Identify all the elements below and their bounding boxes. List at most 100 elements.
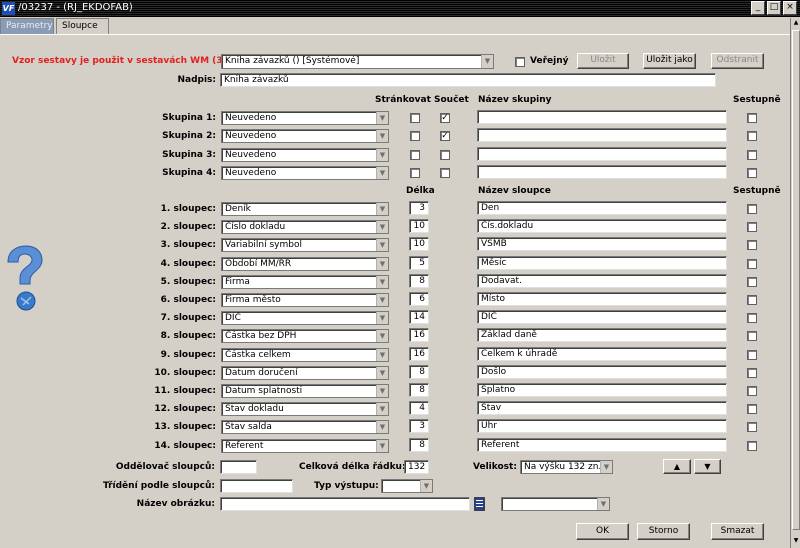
move-down-button[interactable]: ▼ [694,459,721,474]
vertical-scrollbar[interactable]: ▲ ▼ [790,18,800,548]
column-length-input[interactable]: 14 [409,310,429,324]
tab-sloupce[interactable]: Sloupce [56,18,109,34]
list-icon[interactable] [474,497,485,511]
ok-button[interactable]: OK [576,523,629,540]
column-length-input[interactable]: 10 [409,237,429,251]
column-select[interactable]: Referent ▼ [221,439,389,453]
group-select[interactable]: Neuvedeno ▼ [221,111,389,125]
column-desc-checkbox[interactable] [747,404,757,414]
template-select[interactable]: Kniha závazků () [Systémové] ▼ [221,54,494,69]
column-length-input[interactable]: 3 [409,419,429,433]
size-select[interactable]: Na výšku 132 zn. ▼ [520,460,613,474]
group-paging-checkbox[interactable] [410,131,420,141]
scroll-up-icon[interactable]: ▲ [792,19,800,27]
column-select[interactable]: Stav salda ▼ [221,420,389,434]
column-desc-checkbox[interactable] [747,240,757,250]
chevron-down-icon[interactable]: ▼ [376,149,388,161]
group-name-input[interactable] [477,128,727,142]
column-select[interactable]: Částka celkem ▼ [221,348,389,362]
group-sum-checkbox[interactable]: ✓ [440,113,450,123]
save-button[interactable]: Uložit [577,53,629,69]
column-select[interactable]: Datum splatnosti ▼ [221,384,389,398]
group-sum-checkbox[interactable]: ✓ [440,131,450,141]
output-type-select[interactable]: ▼ [381,479,433,493]
tab-parametry[interactable]: Parametry [0,18,54,34]
minimize-icon[interactable]: _ [751,1,765,15]
column-select[interactable]: Firma ▼ [221,275,389,289]
group-paging-checkbox[interactable] [410,168,420,178]
column-name-input[interactable]: Základ daně [477,328,727,342]
group-sum-checkbox[interactable] [440,168,450,178]
column-select[interactable]: Datum doručení ▼ [221,366,389,380]
column-desc-checkbox[interactable] [747,386,757,396]
column-length-input[interactable]: 8 [409,365,429,379]
maximize-icon[interactable]: □ [767,1,781,15]
help-question-icon[interactable] [4,244,44,314]
column-desc-checkbox[interactable] [747,422,757,432]
column-select[interactable]: Firma město ▼ [221,293,389,307]
scroll-down-icon[interactable]: ▼ [792,537,800,545]
chevron-down-icon[interactable]: ▼ [376,349,388,361]
column-desc-checkbox[interactable] [747,441,757,451]
save-as-button[interactable]: Uložit jako [643,53,696,69]
chevron-down-icon[interactable]: ▼ [376,130,388,142]
chevron-down-icon[interactable]: ▼ [376,203,388,215]
chevron-down-icon[interactable]: ▼ [376,221,388,233]
column-select[interactable]: DIČ ▼ [221,311,389,325]
chevron-down-icon[interactable]: ▼ [376,239,388,251]
column-select[interactable]: Částka bez DPH ▼ [221,329,389,343]
separator-input[interactable] [220,460,257,474]
column-desc-checkbox[interactable] [747,368,757,378]
chevron-down-icon[interactable]: ▼ [376,421,388,433]
chevron-down-icon[interactable]: ▼ [376,440,388,452]
group-select[interactable]: Neuvedeno ▼ [221,166,389,180]
group-name-input[interactable] [477,165,727,179]
sort-input[interactable] [220,479,293,493]
column-length-input[interactable]: 6 [409,292,429,306]
group-desc-checkbox[interactable] [747,168,757,178]
column-name-input[interactable]: Měsíc [477,256,727,270]
column-name-input[interactable]: Došlo [477,365,727,379]
group-desc-checkbox[interactable] [747,150,757,160]
column-name-input[interactable]: Stav [477,401,727,415]
column-name-input[interactable]: Uhr [477,419,727,433]
chevron-down-icon[interactable]: ▼ [376,312,388,324]
image-select[interactable]: ▼ [501,497,610,511]
column-name-input[interactable]: Místo [477,292,727,306]
chevron-down-icon[interactable]: ▼ [420,480,432,492]
chevron-down-icon[interactable]: ▼ [376,403,388,415]
group-desc-checkbox[interactable] [747,113,757,123]
public-checkbox[interactable] [515,57,525,67]
scroll-thumb[interactable] [792,30,800,530]
chevron-down-icon[interactable]: ▼ [376,276,388,288]
group-name-input[interactable] [477,147,727,161]
column-desc-checkbox[interactable] [747,350,757,360]
column-select[interactable]: Číslo dokladu ▼ [221,220,389,234]
column-name-input[interactable]: VSMB [477,237,727,251]
column-length-input[interactable]: 10 [409,219,429,233]
column-desc-checkbox[interactable] [747,222,757,232]
column-desc-checkbox[interactable] [747,295,757,305]
chevron-down-icon[interactable]: ▼ [376,385,388,397]
chevron-down-icon[interactable]: ▼ [376,112,388,124]
column-name-input[interactable]: DIČ [477,310,727,324]
chevron-down-icon[interactable]: ▼ [376,367,388,379]
group-paging-checkbox[interactable] [410,150,420,160]
column-desc-checkbox[interactable] [747,313,757,323]
chevron-down-icon[interactable]: ▼ [376,294,388,306]
column-length-input[interactable]: 3 [409,201,429,215]
group-sum-checkbox[interactable] [440,150,450,160]
column-select[interactable]: Stav dokladu ▼ [221,402,389,416]
column-desc-checkbox[interactable] [747,277,757,287]
heading-input[interactable]: Kniha závazků [220,73,716,87]
column-name-input[interactable]: Čís.dokladu [477,219,727,233]
chevron-down-icon[interactable]: ▼ [376,330,388,342]
delete-template-button[interactable]: Odstranit [711,53,764,69]
column-desc-checkbox[interactable] [747,331,757,341]
column-length-input[interactable]: 8 [409,438,429,452]
clear-button[interactable]: Smazat [711,523,764,540]
column-name-input[interactable]: Celkem k úhradě [477,347,727,361]
group-select[interactable]: Neuvedeno ▼ [221,148,389,162]
column-length-input[interactable]: 5 [409,256,429,270]
chevron-down-icon[interactable]: ▼ [481,55,493,68]
